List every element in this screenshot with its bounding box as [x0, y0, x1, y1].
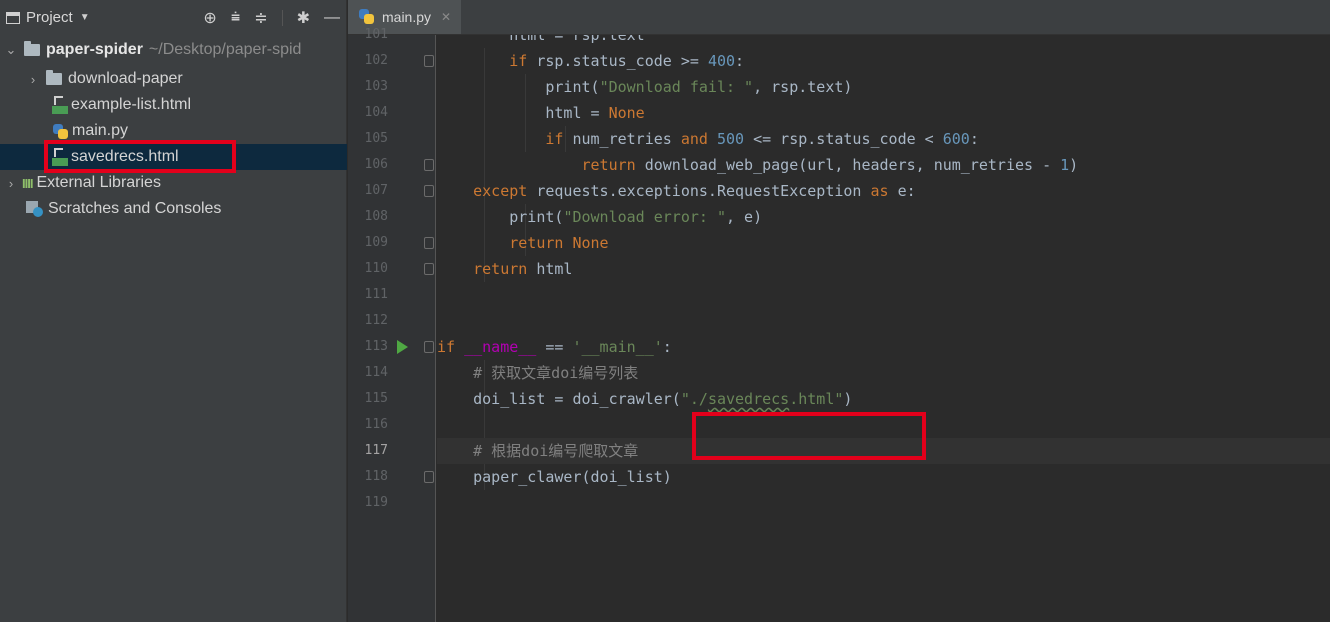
code-line[interactable]: # 获取文章doi编号列表	[437, 360, 1330, 386]
line-number: 108	[364, 209, 388, 224]
tab-label: main.py	[382, 8, 432, 25]
line-number: 115	[364, 391, 388, 406]
chevron-down-icon[interactable]: ⌄	[4, 42, 18, 58]
code-line[interactable]: # 根据doi编号爬取文章	[437, 438, 1330, 464]
tree-item-label: paper-spider	[46, 41, 143, 58]
locate-file-icon[interactable]: ⊕	[203, 8, 216, 28]
line-number: 116	[364, 417, 388, 432]
fold-marker-icon[interactable]	[424, 471, 434, 483]
html-file-icon	[52, 148, 68, 166]
code-line[interactable]: print("Download fail: ", rsp.text)	[437, 74, 1330, 100]
tree-item-label: download-paper	[68, 70, 183, 87]
toolbar-divider	[281, 9, 283, 26]
tree-item-label: External Libraries	[36, 174, 161, 191]
code-line[interactable]: doi_list = doi_crawler("./savedrecs.html…	[437, 386, 1330, 412]
line-number: 103	[364, 79, 388, 94]
project-panel: Project ▼ ⊕ ⩧ ≑ ✱ — ⌄ paper-spider ~/Des…	[0, 0, 347, 622]
line-number: 113	[364, 339, 388, 354]
line-number: 109	[364, 235, 388, 250]
line-number: 111	[364, 287, 388, 302]
code-line[interactable]: if num_retries and 500 <= rsp.status_cod…	[437, 126, 1330, 152]
fold-marker-icon[interactable]	[424, 341, 434, 353]
line-number: 101	[364, 27, 388, 42]
line-number: 112	[364, 313, 388, 328]
code-line[interactable]	[437, 490, 1330, 516]
project-toolbar: Project ▼ ⊕ ⩧ ≑ ✱ —	[0, 0, 346, 35]
tree-item-label: main.py	[72, 122, 129, 139]
fold-marker-icon[interactable]	[424, 159, 434, 171]
line-number: 118	[364, 469, 388, 484]
chevron-right-icon[interactable]: ›	[4, 176, 18, 191]
collapse-all-icon[interactable]: ≑	[254, 8, 267, 28]
line-number: 106	[364, 157, 388, 172]
line-number: 110	[364, 261, 388, 276]
code-line[interactable]: paper_clawer(doi_list)	[437, 464, 1330, 490]
code-line[interactable]: if __name__ == '__main__':	[437, 334, 1330, 360]
code-line[interactable]: print("Download error: ", e)	[437, 204, 1330, 230]
library-icon: IIII	[22, 175, 33, 191]
code-editor[interactable]: html = rsp.text if rsp.status_code >= 40…	[437, 35, 1330, 622]
expand-all-icon[interactable]: ⩧	[231, 9, 240, 27]
editor-tab-bar: main.py ✕	[348, 0, 1330, 35]
fold-marker-icon[interactable]	[424, 263, 434, 275]
code-line[interactable]	[437, 282, 1330, 308]
code-line[interactable]: return None	[437, 230, 1330, 256]
code-line[interactable]	[437, 308, 1330, 334]
project-window-icon	[6, 11, 20, 24]
line-number: 105	[364, 131, 388, 146]
tree-item-external-libraries[interactable]: › IIII External Libraries	[0, 170, 347, 196]
code-line[interactable]: return download_web_page(url, headers, n…	[437, 152, 1330, 178]
html-file-icon	[52, 96, 68, 114]
code-line[interactable]	[437, 412, 1330, 438]
chevron-right-icon[interactable]: ›	[26, 72, 40, 87]
chevron-down-icon[interactable]: ▼	[80, 12, 90, 23]
tree-item-savedrecs[interactable]: savedrecs.html	[0, 144, 347, 170]
fold-marker-icon[interactable]	[424, 55, 434, 67]
code-line[interactable]: except requests.exceptions.RequestExcept…	[437, 178, 1330, 204]
tree-item-main-py[interactable]: main.py	[0, 118, 347, 144]
folder-icon	[46, 70, 62, 85]
line-number: 114	[364, 365, 388, 380]
hide-panel-icon[interactable]: —	[324, 9, 340, 27]
project-view-selector[interactable]: Project	[26, 9, 73, 26]
code-line[interactable]: return html	[437, 256, 1330, 282]
tree-item-download-paper[interactable]: › download-paper	[0, 66, 347, 92]
run-icon[interactable]	[397, 340, 408, 354]
line-number: 107	[364, 183, 388, 198]
fold-marker-icon[interactable]	[424, 237, 434, 249]
line-number: 117	[364, 443, 388, 458]
code-line[interactable]: if rsp.status_code >= 400:	[437, 48, 1330, 74]
project-toolbar-actions: ⊕ ⩧ ≑ ✱ —	[203, 8, 340, 28]
code-line[interactable]: html = None	[437, 100, 1330, 126]
tree-item-paper-spider[interactable]: ⌄ paper-spider ~/Desktop/paper-spid	[0, 37, 347, 63]
python-file-icon	[52, 123, 69, 140]
gear-icon[interactable]: ✱	[297, 8, 310, 28]
tree-item-example-list[interactable]: example-list.html	[0, 92, 347, 118]
tree-item-label: Scratches and Consoles	[48, 200, 222, 217]
line-number: 104	[364, 105, 388, 120]
line-number-gutter: 101 102 103 104 105 106 107 108 109 110 111 112 113 1…	[348, 27, 436, 622]
fold-marker-icon[interactable]	[424, 185, 434, 197]
close-icon[interactable]: ✕	[441, 10, 451, 24]
tree-item-label: savedrecs.html	[71, 148, 179, 165]
tree-item-label: example-list.html	[71, 96, 192, 113]
code-line[interactable]: html = rsp.text	[437, 35, 1330, 48]
scratches-icon	[26, 200, 44, 218]
line-number: 102	[364, 53, 388, 68]
tree-item-path: ~/Desktop/paper-spid	[148, 41, 302, 58]
folder-icon	[24, 41, 40, 56]
tree-item-scratches[interactable]: Scratches and Consoles	[0, 196, 347, 222]
line-number: 119	[364, 495, 388, 510]
